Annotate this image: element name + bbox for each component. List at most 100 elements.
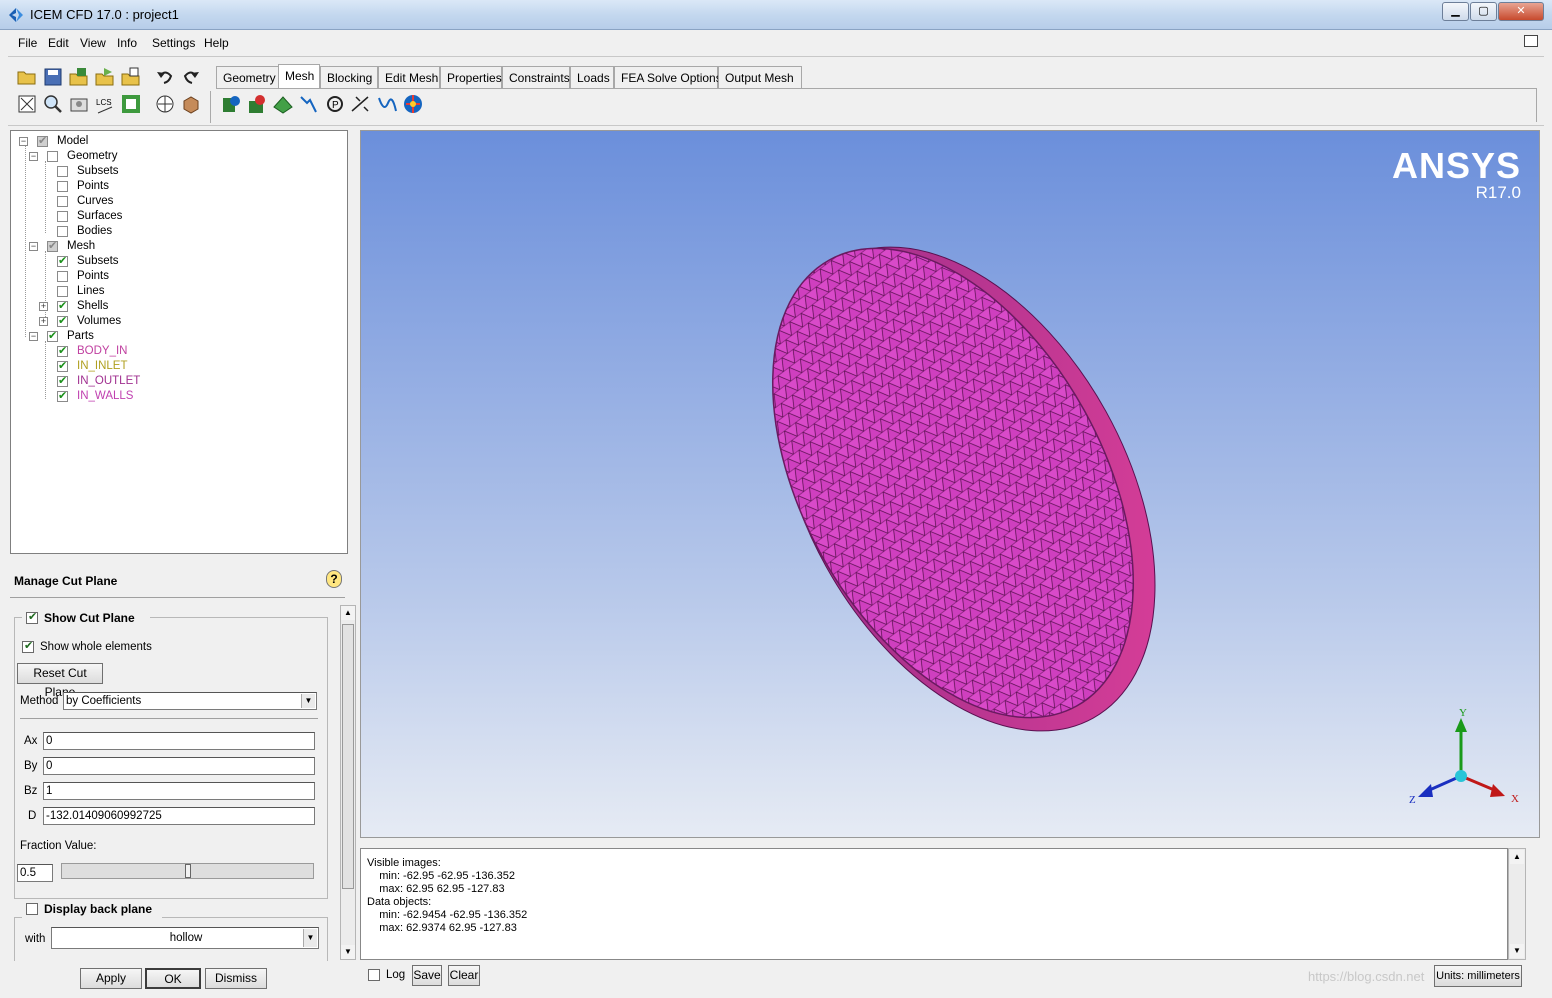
- open-geometry-icon[interactable]: [68, 66, 90, 88]
- tree-item-mesh-lines[interactable]: Lines: [57, 285, 257, 300]
- restore-panel-icon[interactable]: [1524, 35, 1538, 47]
- display-back-plane-checkbox[interactable]: [26, 903, 38, 915]
- maximize-button[interactable]: ▢: [1470, 2, 1497, 21]
- checkbox-icon[interactable]: [57, 166, 68, 177]
- collapse-icon[interactable]: −: [29, 152, 38, 161]
- tree-item-mesh-points[interactable]: Points: [57, 270, 257, 285]
- checkbox-icon[interactable]: [57, 271, 68, 282]
- open-project-icon[interactable]: [16, 66, 38, 88]
- by-input[interactable]: 0: [43, 757, 315, 775]
- tree-item-geo-subsets[interactable]: Subsets: [57, 165, 257, 180]
- message-scrollbar[interactable]: ▲ ▼: [1508, 848, 1526, 960]
- tab-blocking[interactable]: Blocking: [320, 66, 378, 88]
- checkbox-icon[interactable]: [57, 196, 68, 207]
- chevron-down-icon[interactable]: ▼: [301, 694, 315, 708]
- scroll-down-icon[interactable]: ▼: [1510, 944, 1524, 958]
- help-icon[interactable]: ?: [326, 570, 342, 588]
- reset-cut-plane-button[interactable]: Reset Cut Plane: [17, 663, 103, 699]
- message-window[interactable]: Visible images: min: -62.95 -62.95 -136.…: [360, 848, 1508, 960]
- tree-item-part-body-in[interactable]: BODY_IN: [57, 344, 257, 360]
- collapse-icon[interactable]: −: [29, 242, 38, 251]
- tab-constraints[interactable]: Constraints: [502, 66, 570, 88]
- checkbox-icon[interactable]: [57, 374, 68, 387]
- tree-item-parts[interactable]: − Parts: [29, 329, 229, 345]
- units-button[interactable]: Units: millimeters: [1434, 965, 1522, 987]
- scroll-thumb[interactable]: [342, 624, 354, 889]
- part-mesh-setup-icon[interactable]: [272, 93, 294, 115]
- show-cut-plane-checkbox[interactable]: [26, 610, 38, 624]
- scroll-up-icon[interactable]: ▲: [1510, 850, 1524, 864]
- tab-output-mesh[interactable]: Output Mesh: [718, 66, 802, 88]
- slider-thumb[interactable]: [185, 864, 191, 878]
- log-checkbox[interactable]: [368, 969, 380, 981]
- tree-item-part-in-outlet[interactable]: IN_OUTLET: [57, 374, 257, 390]
- checkbox-icon[interactable]: [57, 181, 68, 192]
- mesh-curve-icon[interactable]: [402, 93, 424, 115]
- connectors-icon[interactable]: [376, 93, 398, 115]
- fraction-slider[interactable]: [61, 863, 314, 879]
- open-mesh-icon[interactable]: [94, 66, 116, 88]
- transform-mesh-icon[interactable]: [120, 93, 142, 115]
- bz-input[interactable]: 1: [43, 782, 315, 800]
- checkbox-icon[interactable]: [47, 239, 58, 252]
- clear-button[interactable]: Clear: [448, 965, 480, 986]
- view-solid-icon[interactable]: [154, 93, 176, 115]
- show-whole-elements-checkbox[interactable]: [22, 639, 34, 653]
- tab-geometry[interactable]: Geometry: [216, 66, 280, 88]
- checkbox-icon[interactable]: [57, 211, 68, 222]
- tree-item-geo-points[interactable]: Points: [57, 180, 257, 195]
- scroll-up-icon[interactable]: ▲: [341, 606, 355, 620]
- tree-item-geo-bodies[interactable]: Bodies: [57, 225, 257, 240]
- ok-button[interactable]: OK: [145, 968, 201, 989]
- menu-view[interactable]: View: [80, 36, 106, 50]
- graphics-viewport[interactable]: ANSYS R17.0 Y X Z: [360, 130, 1540, 838]
- collapse-icon[interactable]: −: [19, 137, 28, 146]
- tree-item-model[interactable]: − Model: [19, 134, 219, 150]
- ax-input[interactable]: 0: [43, 732, 315, 750]
- apply-button[interactable]: Apply: [80, 968, 142, 989]
- checkbox-icon[interactable]: [37, 134, 48, 147]
- create-mesh-density-icon[interactable]: [350, 93, 372, 115]
- with-dropdown[interactable]: hollow ▼: [51, 927, 319, 949]
- checkbox-icon[interactable]: [57, 254, 68, 267]
- tree-item-mesh-volumes[interactable]: + Volumes: [39, 314, 239, 330]
- open-blocking-icon[interactable]: [120, 66, 142, 88]
- menu-info[interactable]: Info: [117, 36, 137, 50]
- d-input[interactable]: -132.01409060992725: [43, 807, 315, 825]
- tree-item-mesh-shells[interactable]: + Shells: [39, 299, 239, 315]
- tab-loads[interactable]: Loads: [570, 66, 614, 88]
- save-project-icon[interactable]: [42, 66, 64, 88]
- minimize-button[interactable]: ▁: [1442, 2, 1469, 21]
- dismiss-button[interactable]: Dismiss: [205, 968, 267, 989]
- collapse-icon[interactable]: −: [29, 332, 38, 341]
- menu-help[interactable]: Help: [204, 36, 229, 50]
- checkbox-icon[interactable]: [57, 314, 68, 327]
- tree-item-geo-curves[interactable]: Curves: [57, 195, 257, 210]
- compute-mesh-icon[interactable]: [220, 93, 242, 115]
- local-coordinate-icon[interactable]: LCS: [94, 93, 116, 115]
- measure-distance-icon[interactable]: [68, 93, 90, 115]
- solid-shading-icon[interactable]: [180, 93, 202, 115]
- checkbox-icon[interactable]: [47, 329, 58, 342]
- menu-settings[interactable]: Settings: [152, 36, 195, 50]
- zoom-box-icon[interactable]: [42, 93, 64, 115]
- checkbox-icon[interactable]: [57, 299, 68, 312]
- tree-item-mesh-subsets[interactable]: Subsets: [57, 254, 257, 270]
- fraction-input[interactable]: 0.5: [17, 864, 53, 882]
- redo-icon[interactable]: [180, 66, 202, 88]
- checkbox-icon[interactable]: [57, 344, 68, 357]
- tree-item-mesh[interactable]: − Mesh: [29, 239, 229, 255]
- global-mesh-setup-icon[interactable]: [246, 93, 268, 115]
- tab-edit-mesh[interactable]: Edit Mesh: [378, 66, 440, 88]
- surface-mesh-setup-icon[interactable]: [298, 93, 320, 115]
- save-button[interactable]: Save: [412, 965, 442, 986]
- method-dropdown[interactable]: by Coefficients ▼: [63, 692, 317, 710]
- checkbox-icon[interactable]: [47, 151, 58, 162]
- checkbox-icon[interactable]: [57, 286, 68, 297]
- panel-scrollbar[interactable]: ▲ ▼: [340, 605, 356, 960]
- tab-fea-solve-options[interactable]: FEA Solve Options: [614, 66, 722, 88]
- chevron-down-icon[interactable]: ▼: [303, 929, 317, 947]
- expand-icon[interactable]: +: [39, 317, 48, 326]
- tree-item-part-in-inlet[interactable]: IN_INLET: [57, 359, 257, 375]
- tab-mesh[interactable]: Mesh: [278, 64, 320, 88]
